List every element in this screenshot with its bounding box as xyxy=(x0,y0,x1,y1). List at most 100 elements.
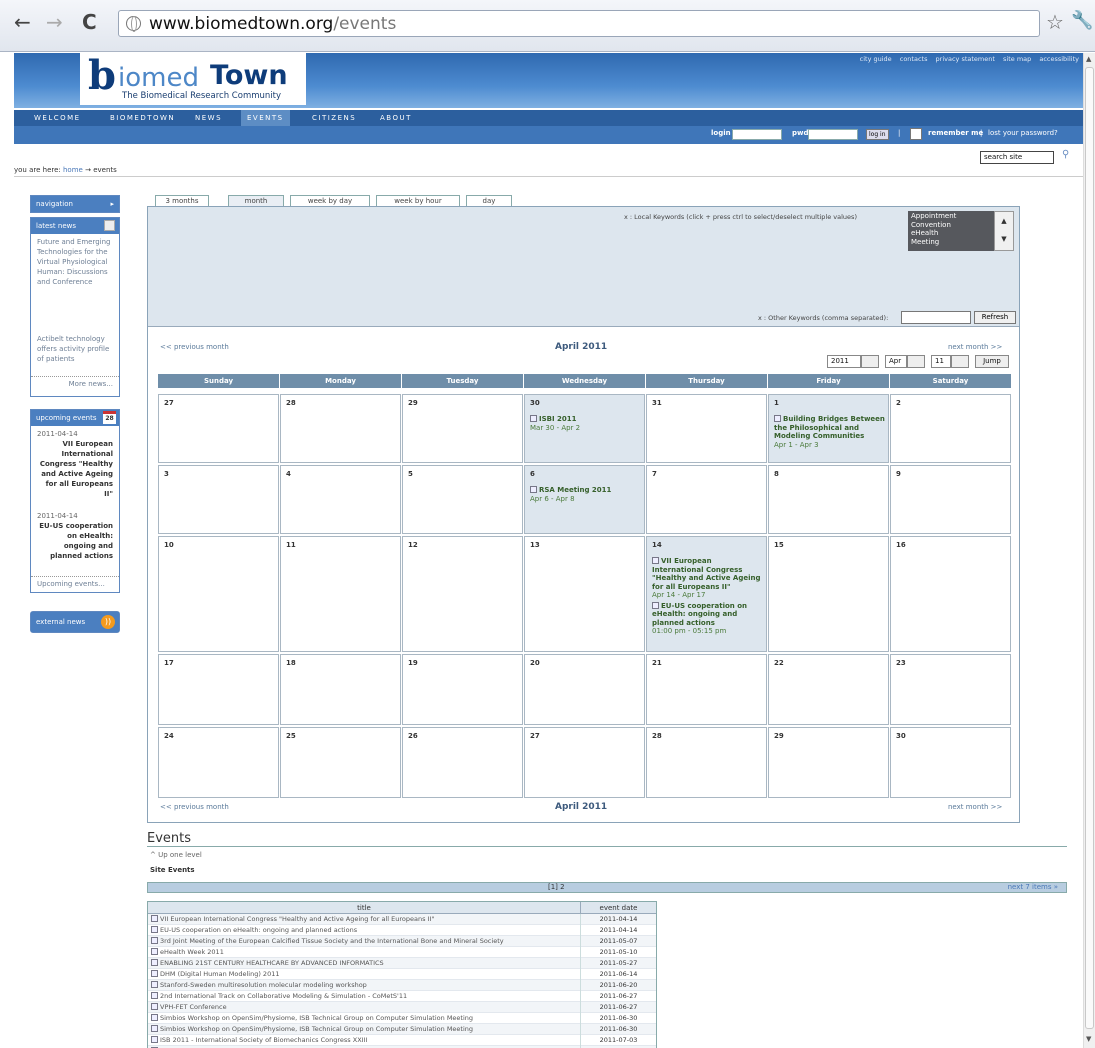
day-cell[interactable]: 27 xyxy=(524,727,645,798)
day-number[interactable]: 20 xyxy=(530,659,540,667)
table-row[interactable]: ISB 2011 - International Society of Biom… xyxy=(148,1035,656,1046)
day-number[interactable]: 8 xyxy=(774,470,779,478)
day-cell[interactable]: 18 xyxy=(280,654,401,725)
day-cell[interactable]: 31 xyxy=(646,394,767,463)
table-row[interactable]: Stanford-Sweden multiresolution molecula… xyxy=(148,980,656,991)
day-cell[interactable]: 27 xyxy=(158,394,279,463)
day-cell[interactable]: 21 xyxy=(646,654,767,725)
day-number[interactable]: 19 xyxy=(408,659,418,667)
keyword-option[interactable]: Convention xyxy=(911,221,1001,230)
login-input[interactable] xyxy=(732,129,782,140)
table-row[interactable]: ENABLING 21ST CENTURY HEALTHCARE BY ADVA… xyxy=(148,958,656,969)
day-number[interactable]: 17 xyxy=(164,659,174,667)
event-title[interactable]: Simbios Workshop on OpenSim/Physiome, IS… xyxy=(160,1025,473,1033)
event-title[interactable]: VII European International Congress "Hea… xyxy=(37,439,113,499)
breadcrumb-home[interactable]: home xyxy=(63,166,83,174)
nav-about[interactable]: ABOUT xyxy=(374,110,418,126)
table-row[interactable]: Simbios Workshop on OpenSim/Physiome, IS… xyxy=(148,1013,656,1024)
event-title-cell[interactable]: Simbios Workshop on OpenSim/Physiome, IS… xyxy=(151,1024,579,1035)
table-row[interactable]: VPH-FET Conference 2011-06-27 xyxy=(148,1002,656,1013)
more-news-link[interactable]: More news... xyxy=(31,376,119,391)
day-cell[interactable]: 2 xyxy=(890,394,1011,463)
event-title[interactable]: Building Bridges Between the Philosophic… xyxy=(774,415,885,440)
previous-month-link[interactable]: << previous month xyxy=(160,343,229,351)
jump-day-select[interactable]: 11 xyxy=(931,355,951,368)
title-column-header[interactable]: title xyxy=(148,902,580,914)
event-title-cell[interactable]: VII European International Congress "Hea… xyxy=(151,914,579,925)
day-number[interactable]: 26 xyxy=(408,732,418,740)
event-title[interactable]: Simbios Workshop on OpenSim/Physiome, IS… xyxy=(160,1014,473,1022)
day-number[interactable]: 11 xyxy=(286,541,296,549)
keywords-scrollbar[interactable]: ▲ ▼ xyxy=(994,211,1014,251)
day-dropdown-button[interactable] xyxy=(951,355,969,368)
event-title-cell[interactable]: DHM (Digital Human Modeling) 2011 xyxy=(151,969,579,980)
day-cell[interactable]: 22 xyxy=(768,654,889,725)
event-title[interactable]: EU-US cooperation on eHealth: ongoing an… xyxy=(37,521,113,561)
event-title[interactable]: EU-US cooperation on eHealth: ongoing an… xyxy=(160,926,357,934)
table-row[interactable]: 3rd Joint Meeting of the European Calcif… xyxy=(148,936,656,947)
password-input[interactable] xyxy=(808,129,858,140)
day-number[interactable]: 28 xyxy=(652,732,662,740)
table-row[interactable]: VII European International Congress "Hea… xyxy=(148,914,656,925)
day-number[interactable]: 31 xyxy=(652,399,662,407)
day-cell[interactable]: 16 xyxy=(890,536,1011,652)
city-guide-link[interactable]: city guide xyxy=(860,55,892,63)
event-title-cell[interactable]: eHealth Week 2011 xyxy=(151,947,579,958)
day-number[interactable]: 6 xyxy=(530,470,535,478)
site-map-link[interactable]: site map xyxy=(1003,55,1031,63)
day-cell[interactable]: 17 xyxy=(158,654,279,725)
day-number[interactable]: 15 xyxy=(774,541,784,549)
day-number[interactable]: 28 xyxy=(286,399,296,407)
nav-welcome[interactable]: WELCOME xyxy=(28,110,87,126)
day-cell[interactable]: 5 xyxy=(402,465,523,534)
day-cell[interactable]: 12 xyxy=(402,536,523,652)
jump-button[interactable]: Jump xyxy=(975,355,1009,368)
nav-citizens[interactable]: CITIZENS xyxy=(306,110,362,126)
scroll-thumb[interactable] xyxy=(1085,67,1094,1029)
day-cell[interactable]: 4 xyxy=(280,465,401,534)
table-row[interactable]: 2nd International Track on Collaborative… xyxy=(148,991,656,1002)
login-button[interactable]: log in xyxy=(866,129,889,140)
keyword-option[interactable]: Appointment xyxy=(911,212,1001,221)
jump-month-select[interactable]: Apr xyxy=(885,355,907,368)
day-number[interactable]: 3 xyxy=(164,470,169,478)
table-row[interactable]: EU-US cooperation on eHealth: ongoing an… xyxy=(148,925,656,936)
event-title-cell[interactable]: 2nd International Track on Collaborative… xyxy=(151,991,579,1002)
day-number[interactable]: 4 xyxy=(286,470,291,478)
keyword-option[interactable]: eHealth xyxy=(911,229,1001,238)
bookmark-star-icon[interactable]: ☆ xyxy=(1046,10,1064,34)
external-news-portlet[interactable]: external news)) xyxy=(30,611,120,633)
day-cell[interactable]: 9 xyxy=(890,465,1011,534)
previous-month-link-bottom[interactable]: << previous month xyxy=(160,803,229,811)
day-number[interactable]: 27 xyxy=(164,399,174,407)
day-cell[interactable]: 19 xyxy=(402,654,523,725)
day-number[interactable]: 27 xyxy=(530,732,540,740)
contacts-link[interactable]: contacts xyxy=(900,55,928,63)
event-title-cell[interactable]: Stanford-Sweden multiresolution molecula… xyxy=(151,980,579,991)
day-cell[interactable]: 1 Building Bridges Between the Philosophi… xyxy=(768,394,889,463)
back-icon[interactable]: ← xyxy=(14,10,31,34)
upcoming-event[interactable]: 2011-04-14 EU-US cooperation on eHealth:… xyxy=(31,508,119,576)
day-number[interactable]: 29 xyxy=(408,399,418,407)
event-title-cell[interactable]: ENABLING 21ST CENTURY HEALTHCARE BY ADVA… xyxy=(151,958,579,969)
day-cell[interactable]: 14 VII European International Congress "H… xyxy=(646,536,767,652)
vertical-scrollbar[interactable]: ▲ ▼ xyxy=(1083,53,1095,1048)
event-title[interactable]: ISBI 2011 xyxy=(539,415,577,423)
event-title-cell[interactable]: Simbios Workshop on OpenSim/Physiome, IS… xyxy=(151,1013,579,1024)
event-title[interactable]: ENABLING 21ST CENTURY HEALTHCARE BY ADVA… xyxy=(160,959,384,967)
event-title-cell[interactable]: 3rd Joint Meeting of the European Calcif… xyxy=(151,936,579,947)
nav-news[interactable]: NEWS xyxy=(189,110,228,126)
day-cell[interactable]: 25 xyxy=(280,727,401,798)
upcoming-event[interactable]: 2011-04-14 VII European International Co… xyxy=(31,426,119,508)
scroll-up-icon[interactable]: ▲ xyxy=(1086,55,1091,63)
news-item[interactable]: Actibelt technology offers activity prof… xyxy=(31,331,119,376)
navigation-portlet[interactable]: navigation ▸ xyxy=(30,195,120,213)
day-cell[interactable]: 6 RSA Meeting 2011 Apr 6 - Apr 8 xyxy=(524,465,645,534)
event-title[interactable]: DHM (Digital Human Modeling) 2011 xyxy=(160,970,279,978)
event-title[interactable]: Stanford-Sweden multiresolution molecula… xyxy=(160,981,367,989)
day-number[interactable]: 22 xyxy=(774,659,784,667)
next-month-link[interactable]: next month >> xyxy=(948,343,1002,351)
calendar-event[interactable]: ISBI 2011 Mar 30 - Apr 2 xyxy=(530,415,642,432)
wrench-icon[interactable]: 🔧 xyxy=(1071,10,1093,31)
day-number[interactable]: 5 xyxy=(408,470,413,478)
